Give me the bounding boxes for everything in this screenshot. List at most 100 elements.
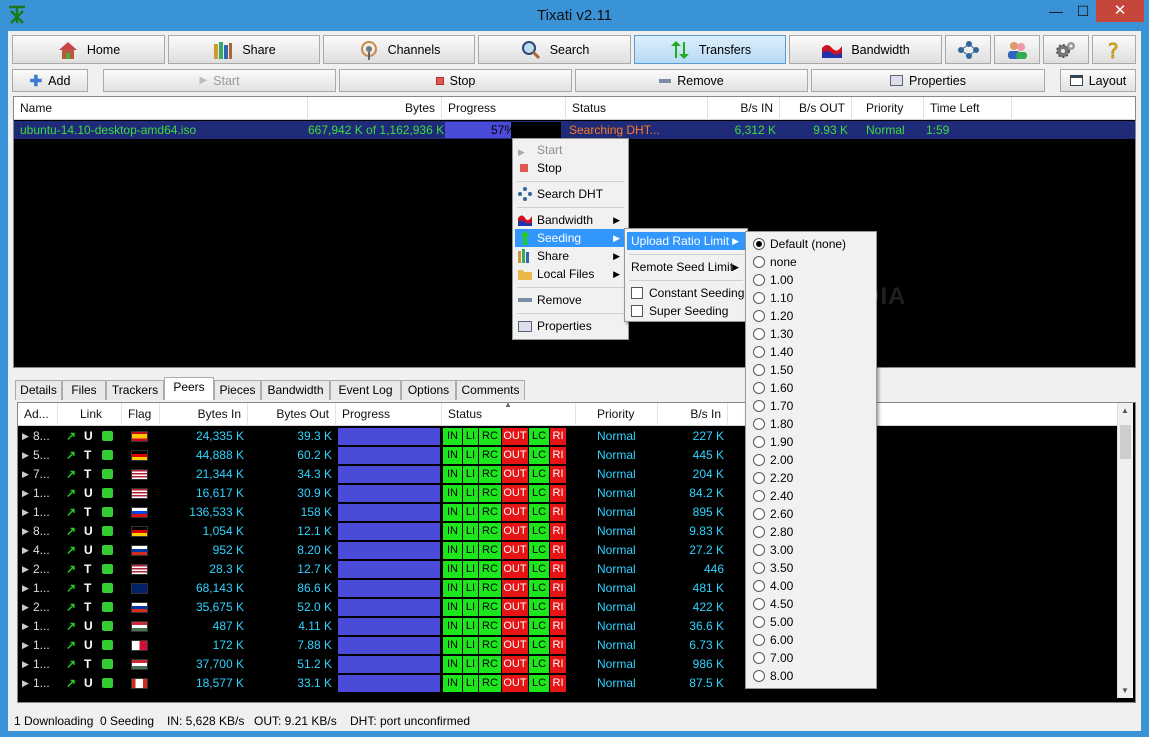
tab-event-log[interactable]: Event Log [330, 380, 401, 400]
help-button[interactable]: ? [1092, 35, 1136, 64]
ratio-option[interactable]: 6.00 [748, 631, 874, 649]
ctx-seeding[interactable]: Seeding ▶ [515, 229, 626, 247]
expand-arrow-icon[interactable]: ▶ [22, 579, 29, 598]
tab-bandwidth[interactable]: Bandwidth [261, 380, 330, 400]
peer-row[interactable]: ▶ 2... ↗ T 28.3 K 12.7 K IN LI RC OUT LC RI Normal 44… [18, 560, 1114, 579]
expand-arrow-icon[interactable]: ▶ [22, 522, 29, 541]
ratio-option[interactable]: 1.00 [748, 271, 874, 289]
col-bytes-out[interactable]: Bytes Out [248, 403, 336, 426]
expand-arrow-icon[interactable]: ▶ [22, 655, 29, 674]
col-status[interactable]: Status [566, 97, 708, 120]
nav-channels-button[interactable]: Channels [323, 35, 475, 64]
ratio-option[interactable]: 3.00 [748, 541, 874, 559]
scroll-thumb[interactable] [1120, 425, 1131, 459]
radio-button[interactable] [753, 544, 765, 556]
radio-button[interactable] [753, 310, 765, 322]
radio-button[interactable] [753, 400, 765, 412]
ratio-option[interactable]: 2.00 [748, 451, 874, 469]
tab-peers[interactable]: Peers [164, 377, 214, 400]
nav-home-button[interactable]: Home [12, 35, 165, 64]
nav-transfers-button[interactable]: Transfers [634, 35, 786, 64]
expand-arrow-icon[interactable]: ▶ [22, 484, 29, 503]
users-button[interactable] [994, 35, 1040, 64]
tab-options[interactable]: Options [401, 380, 456, 400]
stop-button[interactable]: Stop [339, 69, 572, 92]
ratio-option[interactable]: 2.60 [748, 505, 874, 523]
super-seeding-item[interactable]: Super Seeding [627, 302, 745, 320]
peers-list[interactable]: Ad... Link Flag Bytes In Bytes Out Progr… [17, 400, 1136, 703]
ratio-option[interactable]: 3.50 [748, 559, 874, 577]
ctx-share[interactable]: Share ▶ [515, 247, 626, 265]
minimize-button[interactable]: — [1042, 0, 1070, 22]
col-bytes-in[interactable]: Bytes In [160, 403, 248, 426]
expand-arrow-icon[interactable]: ▶ [22, 598, 29, 617]
peer-row[interactable]: ▶ 1... ↗ T 136,533 K 158 K IN LI RC OUT LC RI Normal… [18, 503, 1114, 522]
peer-row[interactable]: ▶ 1... ↗ T 68,143 K 86.6 K IN LI RC OUT LC RI Normal… [18, 579, 1114, 598]
radio-button[interactable] [753, 346, 765, 358]
col-peer-progress[interactable]: Progress [336, 403, 442, 426]
ratio-option[interactable]: 1.50 [748, 361, 874, 379]
peer-row[interactable]: ▶ 1... ↗ U 16,617 K 30.9 K IN LI RC OUT LC RI Normal… [18, 484, 1114, 503]
expand-arrow-icon[interactable]: ▶ [22, 446, 29, 465]
radio-button[interactable] [753, 598, 765, 610]
tab-comments[interactable]: Comments [456, 380, 525, 400]
expand-arrow-icon[interactable]: ▶ [22, 503, 29, 522]
start-button[interactable]: ▶ Start [103, 69, 336, 92]
properties-button[interactable]: Properties [811, 69, 1045, 92]
tab-trackers[interactable]: Trackers [106, 380, 164, 400]
ratio-option[interactable]: 1.30 [748, 325, 874, 343]
radio-button[interactable] [753, 418, 765, 430]
col-peer-bps-in[interactable]: B/s In [658, 403, 728, 426]
ratio-option[interactable]: 1.90 [748, 433, 874, 451]
nav-search-button[interactable]: Search [478, 35, 631, 64]
col-progress[interactable]: Progress [442, 97, 566, 120]
peer-row[interactable]: ▶ 1... ↗ U 18,577 K 33.1 K IN LI RC OUT LC RI Normal… [18, 674, 1114, 693]
col-bytes[interactable]: Bytes [308, 97, 442, 120]
ctx-start[interactable]: ▶ Start [515, 141, 626, 159]
radio-button[interactable] [753, 364, 765, 376]
add-button[interactable]: ✚ Add [12, 69, 88, 92]
peer-row[interactable]: ▶ 7... ↗ T 21,344 K 34.3 K IN LI RC OUT LC RI Normal… [18, 465, 1114, 484]
ctx-local-files[interactable]: Local Files ▶ [515, 265, 626, 283]
expand-arrow-icon[interactable]: ▶ [22, 560, 29, 579]
col-link[interactable]: Link [58, 403, 122, 426]
radio-button[interactable] [753, 508, 765, 520]
radio-button[interactable] [753, 634, 765, 646]
layout-button[interactable]: Layout [1060, 69, 1136, 92]
col-time-left[interactable]: Time Left [924, 97, 1012, 120]
radio-button[interactable] [753, 238, 765, 250]
radio-button[interactable] [753, 616, 765, 628]
maximize-button[interactable]: ☐ [1070, 0, 1096, 22]
ctx-remove[interactable]: Remove [515, 291, 626, 309]
expand-arrow-icon[interactable]: ▶ [22, 617, 29, 636]
ratio-option[interactable]: 2.20 [748, 469, 874, 487]
expand-arrow-icon[interactable]: ▶ [22, 465, 29, 484]
ratio-option[interactable]: Default (none) [748, 235, 874, 253]
ratio-option[interactable]: 4.00 [748, 577, 874, 595]
peer-row[interactable]: ▶ 8... ↗ U 1,054 K 12.1 K IN LI RC OUT LC RI Normal 9… [18, 522, 1114, 541]
ratio-option[interactable]: 1.60 [748, 379, 874, 397]
ctx-bandwidth[interactable]: Bandwidth ▶ [515, 211, 626, 229]
tab-files[interactable]: Files [62, 380, 106, 400]
tab-pieces[interactable]: Pieces [214, 380, 261, 400]
peer-row[interactable]: ▶ 8... ↗ U 24,335 K 39.3 K IN LI RC OUT LC RI Normal… [18, 427, 1114, 446]
peer-row[interactable]: ▶ 1... ↗ U 487 K 4.11 K IN LI RC OUT LC RI Normal 36.… [18, 617, 1114, 636]
scroll-down-icon[interactable]: ▼ [1121, 686, 1129, 695]
ctx-search-dht[interactable]: Search DHT [515, 185, 626, 203]
ratio-option[interactable]: 4.50 [748, 595, 874, 613]
close-button[interactable]: ✕ [1096, 0, 1144, 22]
expand-arrow-icon[interactable]: ▶ [22, 427, 29, 446]
peer-row[interactable]: ▶ 5... ↗ T 44,888 K 60.2 K IN LI RC OUT LC RI Normal… [18, 446, 1114, 465]
transfer-row[interactable]: ubuntu-14.10-desktop-amd64.iso 667,942 K… [14, 121, 1135, 139]
radio-button[interactable] [753, 274, 765, 286]
upload-ratio-limit-item[interactable]: Upload Ratio Limit ▶ [627, 232, 745, 250]
scroll-up-icon[interactable]: ▲ [1121, 406, 1129, 415]
radio-button[interactable] [753, 454, 765, 466]
ctx-stop[interactable]: Stop [515, 159, 626, 177]
nav-share-button[interactable]: Share [168, 35, 320, 64]
expand-arrow-icon[interactable]: ▶ [22, 541, 29, 560]
remove-button[interactable]: Remove [575, 69, 808, 92]
radio-button[interactable] [753, 490, 765, 502]
col-priority[interactable]: Priority [860, 97, 924, 120]
remote-seed-limit-item[interactable]: Remote Seed Limit ▶ [627, 258, 745, 276]
